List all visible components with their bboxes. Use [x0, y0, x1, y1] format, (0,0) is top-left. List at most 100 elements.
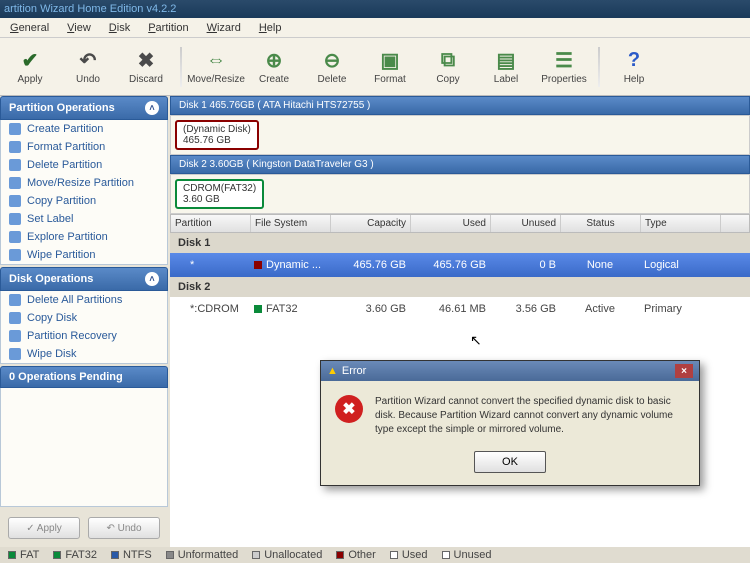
- sidebar-item-wipe-disk[interactable]: Wipe Disk: [1, 345, 167, 363]
- error-message: Partition Wizard cannot convert the spec…: [375, 395, 685, 437]
- legend-swatch: [166, 551, 174, 559]
- toolbar-label: Create: [259, 74, 289, 85]
- sidebar-item-copy-partition[interactable]: Copy Partition: [1, 192, 167, 210]
- toolbar-label: Apply: [17, 74, 42, 85]
- delete-button[interactable]: ⊖ Delete: [304, 42, 360, 92]
- moveresize-button[interactable]: ⇔Move/Resize: [188, 42, 244, 92]
- item-icon: [9, 177, 21, 189]
- legend-swatch: [53, 551, 61, 559]
- sidebar-item-partition-recovery[interactable]: Partition Recovery: [1, 327, 167, 345]
- sidebar-item-delete-all-partitions[interactable]: Delete All Partitions: [1, 291, 167, 309]
- disk-ops-header[interactable]: Disk Operations ˄: [0, 267, 168, 291]
- fs-color-icon: [254, 261, 262, 269]
- item-label: Copy Partition: [27, 195, 96, 207]
- disk-header-1[interactable]: Disk 1 465.76GB ( ATA Hitachi HTS72755 ): [170, 96, 750, 115]
- help-button[interactable]: ?Help: [606, 42, 662, 92]
- sidebar-item-copy-disk[interactable]: Copy Disk: [1, 309, 167, 327]
- disk-map-2[interactable]: CDROM(FAT32)3.60 GB: [170, 174, 750, 214]
- legend-fat32: FAT32: [53, 549, 97, 561]
- copy-button[interactable]: ⧉Copy: [420, 42, 476, 92]
- toolbar-label: Undo: [76, 74, 100, 85]
- col-type[interactable]: Type: [641, 215, 721, 232]
- item-label: Wipe Partition: [27, 249, 95, 261]
- create-button[interactable]: ⊕Create: [246, 42, 302, 92]
- title-bar: artition Wizard Home Edition v4.2.2: [0, 0, 750, 18]
- legend-unused: Unused: [442, 549, 492, 561]
- menu-disk[interactable]: Disk: [101, 20, 138, 36]
- item-icon: [9, 159, 21, 171]
- warning-icon: ▲: [327, 365, 338, 377]
- discard-button[interactable]: ✖Discard: [118, 42, 174, 92]
- item-icon: [9, 249, 21, 261]
- error-titlebar[interactable]: ▲ Error ×: [321, 361, 699, 381]
- item-label: Explore Partition: [27, 231, 108, 243]
- item-label: Delete Partition: [27, 159, 102, 171]
- map-block[interactable]: CDROM(FAT32)3.60 GB: [175, 179, 264, 209]
- delete-icon: ⊖: [320, 48, 344, 72]
- col-used[interactable]: Used: [411, 215, 491, 232]
- sidebar-item-format-partition[interactable]: Format Partition: [1, 138, 167, 156]
- sidebar-item-set-label[interactable]: Set Label: [1, 210, 167, 228]
- disk-header-2[interactable]: Disk 2 3.60GB ( Kingston DataTraveler G3…: [170, 155, 750, 174]
- menu-general[interactable]: General: [2, 20, 57, 36]
- format-button[interactable]: ▣Format: [362, 42, 418, 92]
- grid-header: PartitionFile SystemCapacityUsedUnusedSt…: [170, 214, 750, 233]
- menu-wizard[interactable]: Wizard: [199, 20, 249, 36]
- collapse-icon[interactable]: ˄: [145, 101, 159, 115]
- undo-button[interactable]: ↶ Undo: [88, 517, 160, 539]
- legend: FATFAT32NTFSUnformattedUnallocatedOtherU…: [0, 547, 750, 563]
- map-block[interactable]: (Dynamic Disk)465.76 GB: [175, 120, 259, 150]
- properties-button[interactable]: ☰ Properties: [536, 42, 592, 92]
- partition-row[interactable]: *:CDROMFAT323.60 GB46.61 MB3.56 GBActive…: [170, 297, 750, 321]
- cursor-icon: ↖: [470, 332, 482, 349]
- legend-swatch: [336, 551, 344, 559]
- col-capacity[interactable]: Capacity: [331, 215, 411, 232]
- menu-partition[interactable]: Partition: [140, 20, 196, 36]
- col-partition[interactable]: Partition: [171, 215, 251, 232]
- toolbar-label: Format: [374, 74, 406, 85]
- partition-ops-header[interactable]: Partition Operations ˄: [0, 96, 168, 120]
- partition-row[interactable]: *Dynamic ...465.76 GB465.76 GB0 BNoneLog…: [170, 253, 750, 277]
- label-button[interactable]: ▤Label: [478, 42, 534, 92]
- legend-swatch: [111, 551, 119, 559]
- sidebar-item-create-partition[interactable]: Create Partition: [1, 120, 167, 138]
- collapse-icon[interactable]: ˄: [145, 272, 159, 286]
- sidebar-item-delete-partition[interactable]: Delete Partition: [1, 156, 167, 174]
- legend-swatch: [252, 551, 260, 559]
- menu-bar: GeneralViewDiskPartitionWizardHelp: [0, 18, 750, 38]
- bottom-actions: ✓ Apply ↶ Undo: [0, 509, 168, 547]
- sidebar: Partition Operations ˄ Create PartitionF…: [0, 96, 170, 547]
- pending-list: [0, 388, 168, 507]
- sidebar-item-move-resize-partition[interactable]: Move/Resize Partition: [1, 174, 167, 192]
- properties-icon: ☰: [552, 48, 576, 72]
- disk-label-2[interactable]: Disk 2: [170, 277, 750, 297]
- legend-swatch: [390, 551, 398, 559]
- close-icon[interactable]: ×: [675, 364, 693, 378]
- item-label: Set Label: [27, 213, 73, 225]
- item-icon: [9, 213, 21, 225]
- apply-button[interactable]: ✓ Apply: [8, 517, 80, 539]
- toolbar-label: Properties: [541, 74, 587, 85]
- disk-ops-list: Delete All PartitionsCopy DiskPartition …: [0, 291, 168, 364]
- disk-label-1[interactable]: Disk 1: [170, 233, 750, 253]
- sidebar-item-explore-partition[interactable]: Explore Partition: [1, 228, 167, 246]
- apply-icon: ✔: [18, 48, 42, 72]
- error-icon: ✖: [335, 395, 363, 423]
- menu-help[interactable]: Help: [251, 20, 290, 36]
- move/resize-icon: ⇔: [204, 48, 228, 72]
- col-unused[interactable]: Unused: [491, 215, 561, 232]
- col-status[interactable]: Status: [561, 215, 641, 232]
- toolbar-label: Delete: [318, 74, 347, 85]
- apply-button[interactable]: ✔ Apply: [2, 42, 58, 92]
- sidebar-item-wipe-partition[interactable]: Wipe Partition: [1, 246, 167, 264]
- toolbar-separator: [598, 47, 600, 87]
- disk-map-1[interactable]: (Dynamic Disk)465.76 GB: [170, 115, 750, 155]
- ok-button[interactable]: OK: [474, 451, 546, 473]
- col-file-system[interactable]: File System: [251, 215, 331, 232]
- menu-view[interactable]: View: [59, 20, 99, 36]
- undo-button[interactable]: ↶Undo: [60, 42, 116, 92]
- item-icon: [9, 141, 21, 153]
- item-icon: [9, 348, 21, 360]
- disk-ops-title: Disk Operations: [9, 273, 93, 285]
- legend-other: Other: [336, 549, 376, 561]
